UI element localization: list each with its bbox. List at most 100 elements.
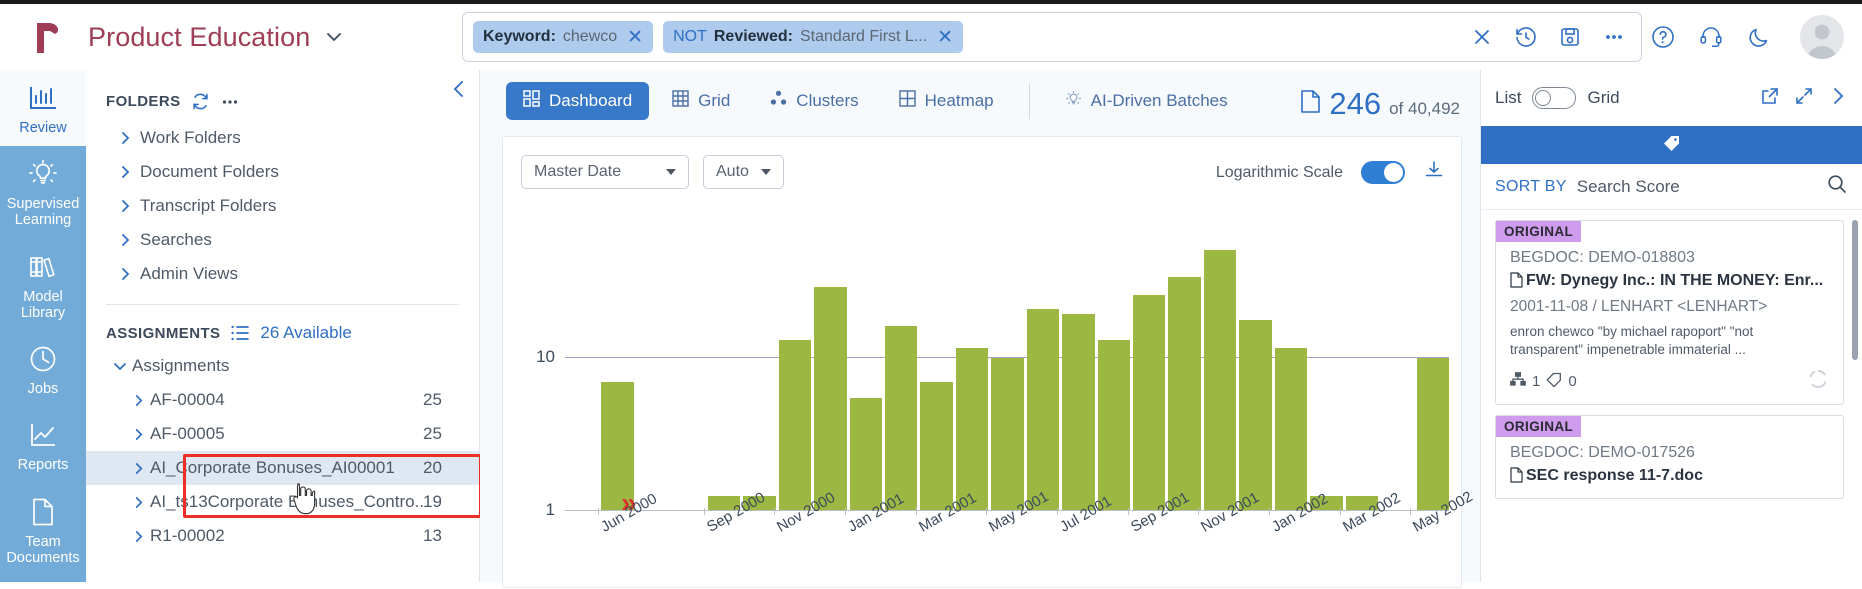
y-tick-1: 1 (511, 500, 555, 520)
assignment-row[interactable]: AI_ts13Corporate Bonuses_Contro... 19 (86, 485, 479, 519)
view-mode-toggle[interactable] (1532, 87, 1576, 109)
chevron-right-icon[interactable] (1828, 86, 1848, 111)
assignments-header: ASSIGNMENTS 26 Available (86, 305, 479, 349)
document-count-total: of 40,492 (1389, 99, 1460, 119)
lightbulb-icon (27, 157, 59, 191)
chart-bar[interactable] (1168, 277, 1200, 510)
save-icon[interactable] (1553, 20, 1587, 54)
filter-chip-keyword[interactable]: Keyword: chewco ✕ (473, 21, 653, 53)
filter-chip-reviewed[interactable]: NOT Reviewed: Standard First L... ✕ (663, 21, 963, 53)
open-external-icon[interactable] (1760, 86, 1780, 111)
sidebar-item-label: Team Documents (2, 534, 84, 566)
x-tick-mark (774, 508, 775, 515)
results-scrollbar[interactable] (1852, 220, 1858, 360)
heatmap-icon (899, 90, 916, 112)
support-icon[interactable] (1696, 22, 1726, 52)
tree-item-transcript-folders[interactable]: Transcript Folders (86, 189, 479, 223)
chart-bar[interactable] (1133, 295, 1165, 510)
result-title-row[interactable]: SEC response 11-7.doc (1510, 467, 1829, 488)
sidebar-item-model-library[interactable]: Model Library (0, 239, 86, 331)
avatar[interactable] (1800, 15, 1844, 59)
r-logo-icon[interactable] (22, 19, 76, 55)
result-card[interactable]: ORIGINAL BEGDOC: DEMO-017526 SEC respons… (1495, 415, 1844, 499)
tree-item-document-folders[interactable]: Document Folders (86, 155, 479, 189)
more-icon[interactable] (221, 93, 239, 111)
sidebar-item-review[interactable]: Review (0, 70, 86, 146)
tag-icon (1546, 372, 1562, 391)
chart-bar[interactable] (956, 348, 988, 510)
assignments-available-count[interactable]: 26 Available (260, 323, 351, 343)
tab-divider (1029, 83, 1030, 119)
refresh-icon[interactable] (191, 92, 210, 111)
folders-header-label: FOLDERS (106, 93, 180, 110)
chart-bar[interactable] (991, 358, 1023, 510)
clock-icon (28, 342, 58, 376)
result-card[interactable]: ORIGINAL BEGDOC: DEMO-018803 FW: Dynegy … (1495, 220, 1844, 405)
expand-icon[interactable] (1794, 86, 1814, 111)
assignments-group[interactable]: Assignments (86, 349, 479, 383)
chart-bar[interactable] (779, 340, 811, 510)
tree-item-label: Document Folders (140, 162, 279, 182)
assignment-row[interactable]: AF-00004 25 (86, 383, 479, 417)
chart-bar[interactable] (1239, 320, 1271, 510)
tag-bar[interactable] (1481, 126, 1862, 164)
result-begdoc: BEGDOC: DEMO-017526 (1510, 444, 1829, 462)
dark-mode-icon[interactable] (1744, 22, 1774, 52)
chevron-right-icon (126, 428, 150, 441)
tab-clusters[interactable]: Clusters (753, 82, 875, 120)
assignment-row-selected[interactable]: AI_Corporate Bonuses_AI00001 20 (86, 451, 479, 485)
chart-bar[interactable] (814, 287, 846, 510)
search-filter-bar[interactable]: Keyword: chewco ✕ NOT Reviewed: Standard… (462, 12, 1642, 62)
x-tick-mark (1269, 508, 1270, 515)
chevron-down-icon (108, 359, 132, 373)
tree-item-label: Admin Views (140, 264, 238, 284)
tree-item-admin-views[interactable]: Admin Views (86, 257, 479, 291)
sidebar-item-supervised-learning[interactable]: Supervised Learning (0, 146, 86, 238)
lightbulb-icon (1065, 90, 1082, 112)
search-icon[interactable] (1826, 173, 1848, 200)
chart-bar[interactable] (1275, 348, 1307, 510)
chevron-right-icon (126, 530, 150, 543)
log-scale-toggle[interactable] (1361, 161, 1405, 184)
more-icon[interactable] (1597, 20, 1631, 54)
application-window: Product Education Keyword: chewco ✕ NOT … (0, 0, 1862, 578)
download-icon[interactable] (1423, 159, 1445, 186)
sort-by-value[interactable]: Search Score (1577, 177, 1680, 197)
results-list[interactable]: ORIGINAL BEGDOC: DEMO-018803 FW: Dynegy … (1481, 210, 1862, 582)
chart-bar[interactable] (1417, 358, 1449, 510)
tab-dashboard[interactable]: Dashboard (506, 82, 649, 120)
assignment-name: R1-00002 (150, 526, 423, 546)
chart-bar[interactable] (1098, 340, 1130, 510)
assignment-row[interactable]: R1-00002 13 (86, 519, 479, 553)
chevron-left-icon[interactable] (449, 78, 469, 105)
clear-icon[interactable] (1465, 20, 1499, 54)
sidebar-item-team-documents[interactable]: Team Documents (0, 484, 86, 576)
tab-heatmap[interactable]: Heatmap (882, 82, 1011, 120)
result-title-row[interactable]: FW: Dynegy Inc.: IN THE MONEY: Enr... (1510, 272, 1829, 293)
close-icon[interactable]: ✕ (934, 28, 953, 47)
chart-bar[interactable] (920, 382, 952, 510)
date-field-select[interactable]: Master Date (521, 155, 689, 189)
assignment-row[interactable]: AF-00005 25 (86, 417, 479, 451)
history-icon[interactable] (1509, 20, 1543, 54)
filter-chip-label: Keyword: (483, 28, 556, 46)
chart-bar[interactable] (850, 398, 882, 510)
chart-bar[interactable] (1027, 309, 1059, 510)
list-icon[interactable] (230, 324, 250, 342)
tab-grid[interactable]: Grid (655, 82, 747, 120)
help-icon[interactable] (1648, 22, 1678, 52)
interval-select[interactable]: Auto (703, 155, 784, 189)
assignment-name: AI_Corporate Bonuses_AI00001 (150, 458, 423, 478)
tab-ai-driven-batches[interactable]: AI-Driven Batches (1048, 82, 1245, 120)
top-bar-actions (1648, 12, 1844, 62)
tree-item-searches[interactable]: Searches (86, 223, 479, 257)
chart-bar[interactable] (885, 326, 917, 510)
chevron-down-icon[interactable] (324, 27, 344, 47)
close-icon[interactable]: ✕ (624, 28, 643, 47)
sidebar-item-reports[interactable]: Reports (0, 407, 86, 483)
sidebar-item-jobs[interactable]: Jobs (0, 331, 86, 407)
chart-bar[interactable] (1204, 250, 1236, 510)
chart-bar[interactable] (1062, 314, 1094, 510)
tree-item-work-folders[interactable]: Work Folders (86, 121, 479, 155)
tree-item-label: Searches (140, 230, 212, 250)
